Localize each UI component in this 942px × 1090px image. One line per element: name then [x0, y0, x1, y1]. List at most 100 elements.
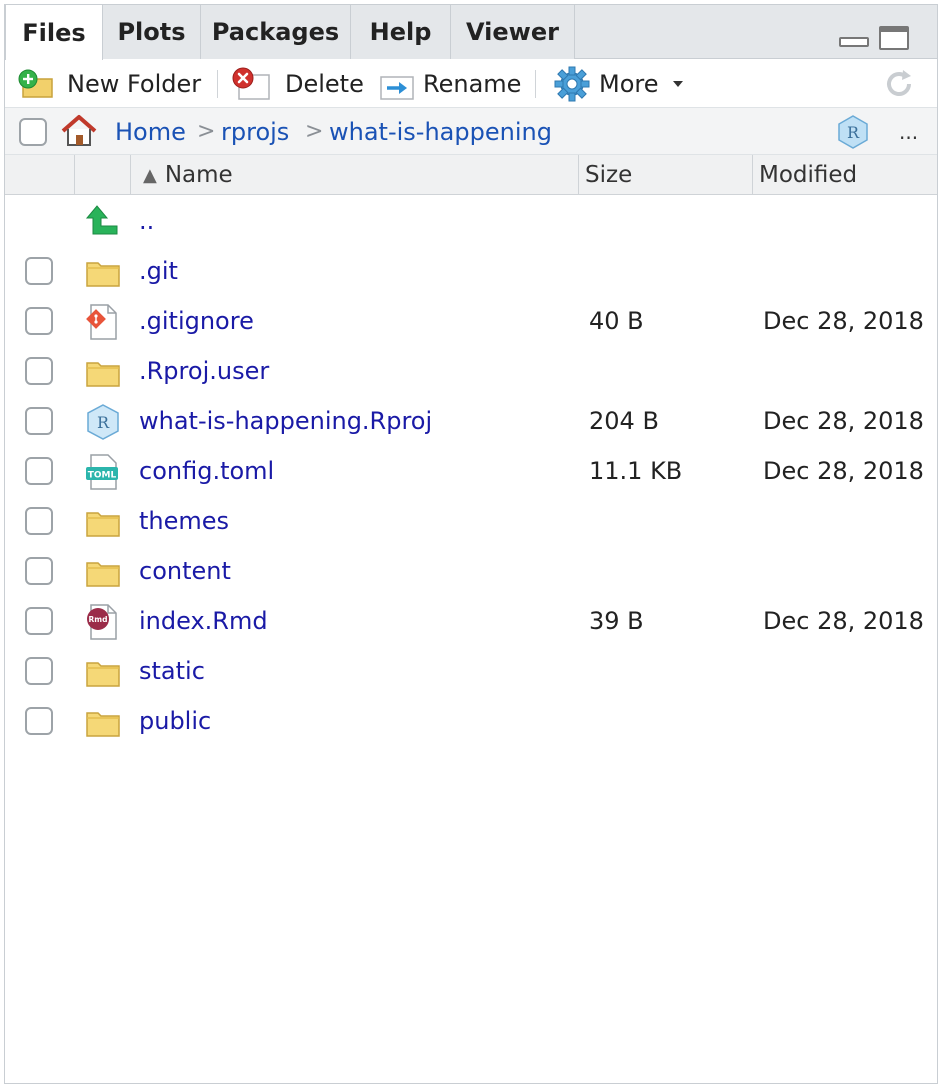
table-row[interactable]: themes	[5, 496, 937, 546]
files-toolbar: New Folder Delete Rename More	[5, 60, 937, 108]
caret-down-icon	[672, 81, 683, 87]
rproj-file-icon: R	[87, 404, 119, 440]
row-checkbox[interactable]	[25, 607, 53, 635]
gear-icon	[554, 66, 590, 102]
file-name-link[interactable]: themes	[139, 496, 229, 546]
breadcrumb-rprojs[interactable]: rprojs	[221, 108, 289, 155]
rmd-file-icon: Rmd	[87, 604, 117, 640]
delete-icon	[232, 67, 270, 100]
folder-icon	[86, 512, 120, 537]
table-row[interactable]: static	[5, 646, 937, 696]
folder-icon	[86, 662, 120, 687]
rename-button[interactable]: Rename	[377, 60, 521, 108]
refresh-icon[interactable]	[881, 66, 917, 102]
file-name-link[interactable]: public	[139, 696, 211, 746]
file-name-link[interactable]: config.toml	[139, 446, 274, 496]
row-checkbox[interactable]	[25, 357, 53, 385]
files-pane: Files Plots Packages Help Viewer New Fol…	[4, 4, 938, 1084]
file-size: 40 B	[589, 307, 644, 335]
table-row[interactable]: .git	[5, 246, 937, 296]
folder-icon	[86, 562, 120, 587]
column-modified-header[interactable]: Modified	[753, 155, 937, 195]
folder-icon	[86, 262, 120, 287]
folder-icon	[86, 712, 120, 737]
breadcrumb-overflow-button[interactable]: ...	[899, 108, 918, 155]
breadcrumb-separator: >	[305, 119, 324, 144]
tab-viewer[interactable]: Viewer	[451, 5, 575, 59]
table-row[interactable]: .Rproj.user	[5, 346, 937, 396]
table-row[interactable]: R what-is-happening.Rproj 204 B Dec 28, …	[5, 396, 937, 446]
rename-icon	[380, 76, 414, 100]
table-row[interactable]: .gitignore 40 B Dec 28, 2018	[5, 296, 937, 346]
tab-files[interactable]: Files	[5, 5, 103, 60]
file-modified: Dec 28, 2018	[763, 407, 924, 435]
file-name-link[interactable]: static	[139, 646, 205, 696]
file-name-link[interactable]: .git	[139, 246, 178, 296]
delete-button[interactable]: Delete	[231, 60, 364, 108]
go-up-icon	[85, 205, 118, 235]
column-size-header[interactable]: Size	[579, 155, 753, 195]
new-folder-label: New Folder	[67, 70, 202, 98]
file-modified: Dec 28, 2018	[763, 607, 924, 635]
row-checkbox[interactable]	[25, 657, 53, 685]
column-icon	[75, 155, 131, 195]
rproject-icon[interactable]: R	[835, 114, 871, 150]
maximize-pane-icon[interactable]	[879, 26, 909, 50]
row-checkbox[interactable]	[25, 507, 53, 535]
row-checkbox[interactable]	[25, 707, 53, 735]
minimize-pane-icon[interactable]	[839, 37, 869, 47]
table-row[interactable]: TOML config.toml 11.1 KB Dec 28, 2018	[5, 446, 937, 496]
file-modified	[763, 246, 937, 296]
breadcrumb-what-is-happening[interactable]: what-is-happening	[329, 108, 552, 155]
select-all-checkbox[interactable]	[19, 118, 47, 146]
file-modified	[763, 696, 937, 746]
file-name-link[interactable]: .gitignore	[139, 296, 254, 346]
folder-icon	[86, 362, 120, 387]
row-checkbox[interactable]	[25, 307, 53, 335]
column-modified-label: Modified	[759, 162, 858, 188]
toml-file-icon: TOML	[86, 454, 118, 490]
column-header: ▲ Name Size Modified	[5, 155, 937, 195]
toolbar-divider	[217, 70, 218, 98]
more-label: More	[599, 70, 659, 98]
file-size: 11.1 KB	[589, 457, 683, 485]
file-name-link[interactable]: index.Rmd	[139, 596, 268, 646]
new-folder-button[interactable]: New Folder	[17, 60, 201, 108]
file-name-link[interactable]: content	[139, 546, 231, 596]
svg-text:Rmd: Rmd	[89, 615, 108, 624]
column-name-header[interactable]: ▲ Name	[131, 155, 579, 195]
tab-plots[interactable]: Plots	[103, 5, 201, 59]
row-checkbox[interactable]	[25, 457, 53, 485]
table-row[interactable]: content	[5, 546, 937, 596]
more-button[interactable]: More	[553, 60, 685, 108]
file-name-link[interactable]: .Rproj.user	[139, 346, 269, 396]
svg-text:TOML: TOML	[88, 471, 117, 481]
tab-help[interactable]: Help	[351, 5, 451, 59]
table-row[interactable]: Rmd index.Rmd 39 B Dec 28, 2018	[5, 596, 937, 646]
sort-ascending-icon: ▲	[143, 164, 157, 186]
table-row[interactable]: public	[5, 696, 937, 746]
file-name-link[interactable]: what-is-happening.Rproj	[139, 396, 432, 446]
file-modified	[763, 346, 937, 396]
breadcrumb-separator: >	[197, 119, 216, 144]
file-modified	[763, 546, 937, 596]
row-checkbox[interactable]	[25, 257, 53, 285]
file-size: 39 B	[589, 607, 644, 635]
breadcrumb-home[interactable]: Home	[115, 108, 186, 155]
tab-packages[interactable]: Packages	[201, 5, 351, 59]
file-modified	[763, 646, 937, 696]
toolbar-divider	[535, 70, 536, 98]
column-size-label: Size	[585, 162, 633, 188]
row-checkbox[interactable]	[25, 557, 53, 585]
column-select	[5, 155, 75, 195]
delete-label: Delete	[285, 70, 364, 98]
tab-bar: Files Plots Packages Help Viewer	[5, 5, 937, 60]
parent-directory-row[interactable]: ..	[5, 196, 937, 246]
home-icon[interactable]	[59, 114, 99, 148]
parent-directory-link[interactable]: ..	[139, 196, 154, 246]
row-checkbox[interactable]	[25, 407, 53, 435]
new-folder-icon	[18, 69, 53, 98]
file-modified	[763, 496, 937, 546]
breadcrumb: Home > rprojs > what-is-happening R ...	[5, 108, 937, 155]
rename-label: Rename	[423, 70, 522, 98]
